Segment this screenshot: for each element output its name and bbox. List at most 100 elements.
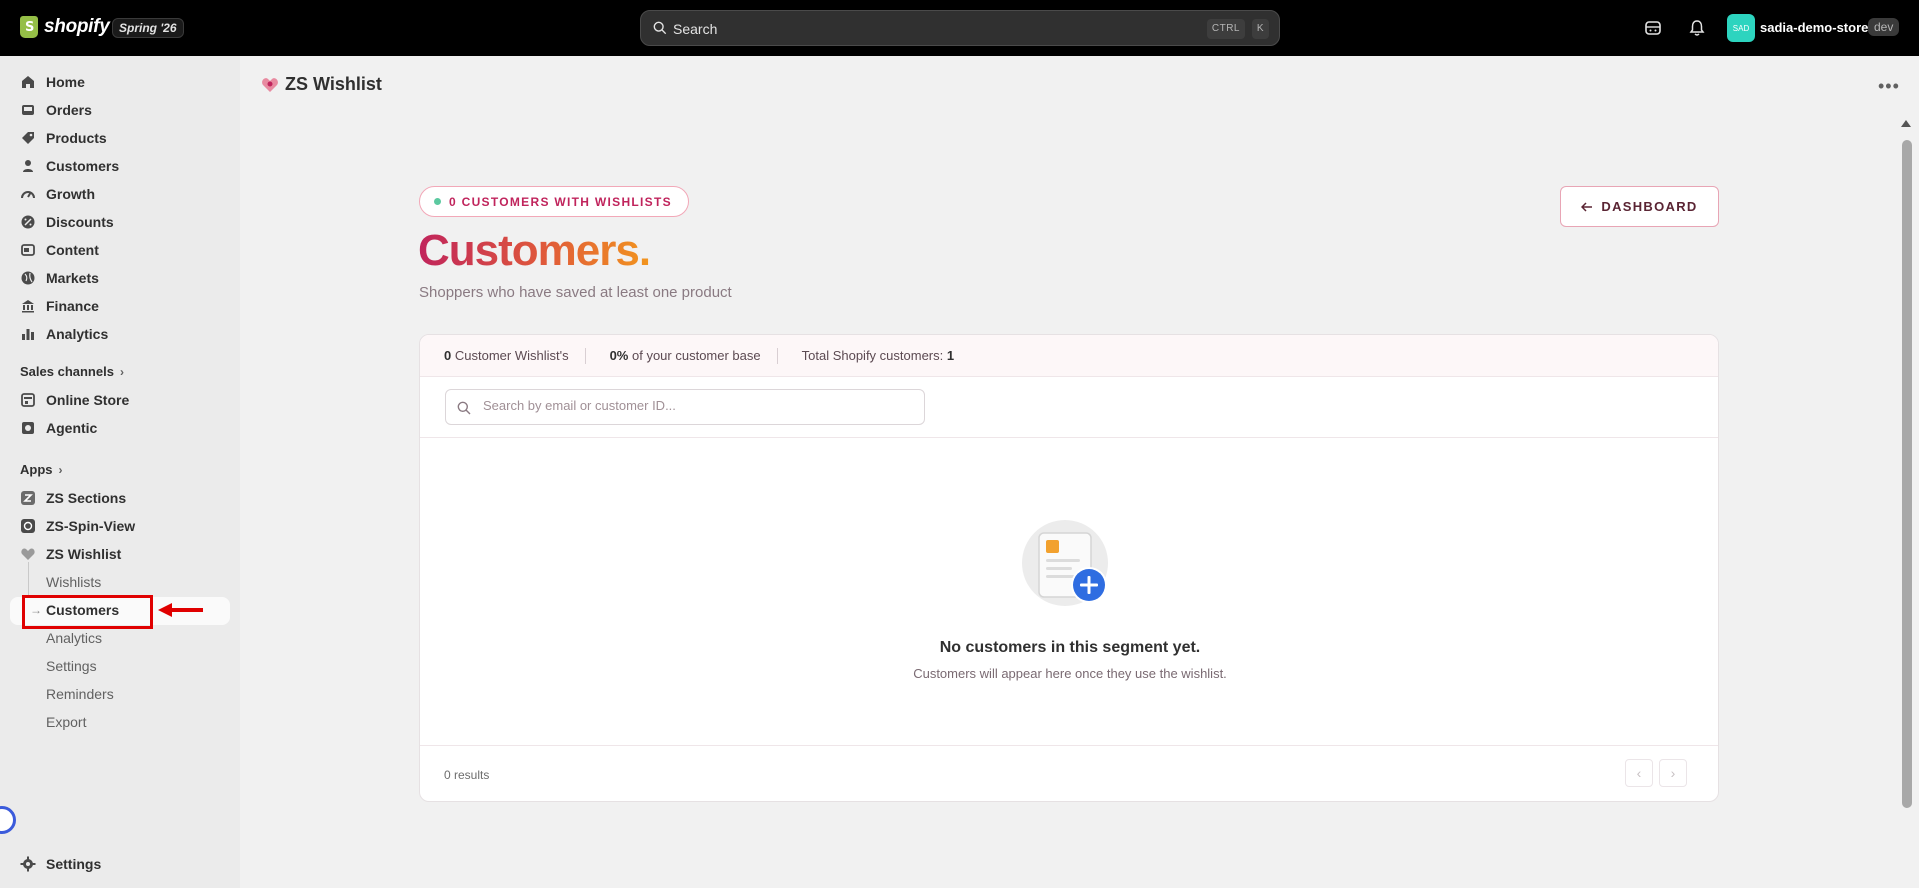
sidebar-item-agentic[interactable]: Agentic: [20, 416, 97, 440]
empty-state-document-icon: [1022, 520, 1108, 606]
sidebar-item-products[interactable]: Products: [20, 126, 107, 150]
search-label: Search: [673, 21, 718, 37]
sidebar-item-online-store[interactable]: Online Store: [20, 388, 129, 412]
global-search-bar[interactable]: Search CTRL K: [640, 10, 1280, 46]
shopify-logo[interactable]: shopify: [20, 16, 110, 38]
sidebar-item-content[interactable]: Content: [20, 238, 99, 262]
sidebar-item-label: Agentic: [46, 420, 98, 436]
dev-badge: dev: [1868, 18, 1900, 36]
sidebar-item-label: Products: [46, 130, 107, 146]
release-badge[interactable]: Spring '26: [112, 18, 184, 38]
sidebar-item-customers[interactable]: Customers: [20, 154, 119, 178]
empty-state-description: Customers will appear here once they use…: [913, 666, 1227, 681]
page-title: Customers.: [418, 226, 651, 275]
gear-icon: [20, 856, 36, 872]
customers-count-pill: 0 CUSTOMERS WITH WISHLISTS: [419, 186, 689, 217]
sidebar-item-zs-spin-view[interactable]: ZS-Spin-View: [20, 514, 135, 538]
results-count: 0 results: [444, 768, 490, 782]
pill-label: 0 CUSTOMERS WITH WISHLISTS: [449, 194, 672, 209]
app-header: ZS Wishlist: [261, 74, 382, 95]
search-icon: [457, 401, 471, 415]
agentic-icon: [22, 422, 34, 434]
submenu-export[interactable]: Export: [46, 714, 86, 730]
bell-icon[interactable]: [1687, 18, 1707, 38]
home-icon: [22, 76, 34, 88]
zs-sections-icon: [21, 491, 35, 505]
sidebar-item-label: Markets: [46, 270, 99, 286]
annotation-arrow-icon: [158, 603, 203, 617]
sidebar-item-growth[interactable]: Growth: [20, 182, 95, 206]
sidebar-item-zs-sections[interactable]: ZS Sections: [20, 486, 126, 510]
scrollbar-thumb[interactable]: [1902, 140, 1912, 808]
shopify-bag-icon: [20, 16, 38, 38]
store-icon: [21, 393, 35, 407]
sidebar-item-label: ZS Wishlist: [46, 546, 122, 562]
status-dot: [434, 198, 441, 205]
customer-search-field[interactable]: [445, 389, 925, 425]
sidebar-item-label: Settings: [46, 856, 102, 872]
annotation-highlight-box: [22, 595, 153, 629]
customer-search-input[interactable]: [483, 398, 903, 413]
apps-heading[interactable]: Apps ›: [20, 462, 63, 477]
sales-channels-label: Sales channels: [20, 364, 114, 379]
dashboard-button[interactable]: DASHBOARD: [1560, 186, 1719, 227]
sidebar-item-label: Analytics: [46, 326, 109, 342]
more-actions-icon[interactable]: •••: [1878, 76, 1900, 97]
stat-percent: 0% of your customer base: [609, 348, 761, 363]
sidebar-item-markets[interactable]: Markets: [20, 266, 99, 290]
sidebar-item-label: Home: [46, 74, 85, 90]
spin-view-icon: [21, 519, 35, 533]
search-icon: [653, 21, 667, 35]
apps-label: Apps: [20, 462, 53, 477]
sales-channels-heading[interactable]: Sales channels ›: [20, 364, 124, 379]
chevron-right-icon: ›: [58, 462, 63, 477]
sidebar-item-label: Growth: [46, 186, 95, 202]
tag-icon: [22, 132, 34, 144]
discount-icon: [21, 215, 35, 229]
stat-total: Total Shopify customers: 1: [801, 348, 955, 363]
submenu-analytics[interactable]: Analytics: [46, 630, 102, 646]
content-icon: [21, 244, 35, 256]
page-subtitle: Shoppers who have saved at least one pro…: [419, 284, 732, 301]
person-icon: [23, 160, 33, 172]
store-name[interactable]: sadia-demo-store: [1760, 20, 1868, 35]
sidebar-item-analytics[interactable]: Analytics: [20, 322, 108, 346]
sidebar-item-label: Finance: [46, 298, 99, 314]
top-bar: shopify Spring '26 Search CTRL K SAD sad…: [0, 0, 1919, 56]
customers-card: 0 Customer Wishlist's 0% of your custome…: [419, 334, 1719, 802]
store-avatar[interactable]: SAD: [1727, 14, 1755, 42]
bank-icon: [22, 300, 34, 313]
shortcut-k-key: K: [1251, 19, 1269, 39]
shortcut-ctrl-key: CTRL: [1206, 19, 1245, 39]
wishlist-icon: [21, 548, 35, 560]
sidebar-item-label: Orders: [46, 102, 92, 118]
sidebar-item-discounts[interactable]: Discounts: [20, 210, 114, 234]
empty-state-title: No customers in this segment yet.: [939, 639, 1201, 656]
submenu-settings[interactable]: Settings: [46, 658, 97, 674]
sidebar-item-finance[interactable]: Finance: [20, 294, 99, 318]
gauge-icon: [21, 191, 35, 199]
app-title: ZS Wishlist: [285, 74, 382, 94]
sidebar-item-settings[interactable]: Settings: [20, 852, 101, 876]
sidebar-item-home[interactable]: Home: [20, 70, 85, 94]
shopify-brand-text: shopify: [44, 16, 110, 37]
sidebar-item-label: ZS-Spin-View: [46, 518, 136, 534]
wishlist-heart-icon: [262, 77, 278, 92]
prev-page-button[interactable]: ‹: [1625, 759, 1653, 787]
scroll-up-icon[interactable]: [1900, 118, 1912, 128]
divider: [420, 745, 1718, 746]
globe-icon: [21, 271, 35, 285]
dashboard-button-label: DASHBOARD: [1601, 199, 1698, 214]
submenu-wishlists[interactable]: Wishlists: [46, 574, 101, 590]
inbox-icon: [22, 105, 34, 115]
chevron-right-icon: ›: [119, 364, 124, 379]
bar-chart-icon: [22, 329, 34, 340]
next-page-button[interactable]: ›: [1659, 759, 1687, 787]
sidebar-item-zs-wishlist[interactable]: ZS Wishlist: [20, 542, 121, 566]
stat-wishlist-count: 0 Customer Wishlist's: [444, 348, 569, 363]
submenu-reminders[interactable]: Reminders: [46, 686, 114, 702]
divider: [420, 437, 1718, 438]
sidebar-item-orders[interactable]: Orders: [20, 98, 92, 122]
sidebar-item-label: Discounts: [46, 214, 114, 230]
sidekick-icon[interactable]: [1643, 18, 1663, 38]
